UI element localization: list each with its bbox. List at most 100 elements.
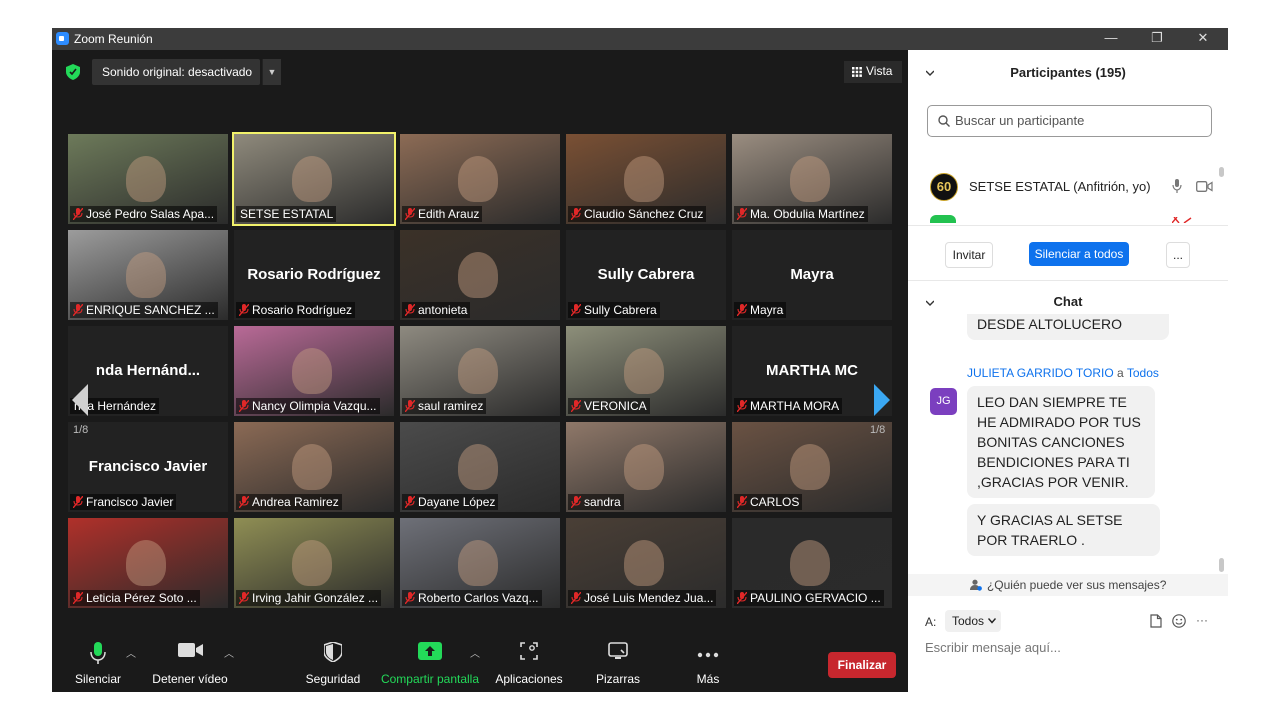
- participant-name: Irving Jahir González ...: [252, 591, 379, 605]
- stop-video-button[interactable]: Detener vídeo: [150, 630, 230, 692]
- zoom-logo-icon: [56, 32, 69, 45]
- chat-scrollbar[interactable]: [1219, 558, 1224, 572]
- video-tile[interactable]: Leticia Pérez Soto ...: [68, 518, 228, 608]
- participant-name-label: antonieta: [402, 302, 471, 318]
- participants-more-button[interactable]: ...: [1166, 242, 1190, 268]
- video-tile[interactable]: ENRIQUE SANCHEZ ...: [68, 230, 228, 320]
- original-sound-button[interactable]: Sonido original: desactivado ▼: [92, 59, 281, 85]
- end-meeting-button[interactable]: Finalizar: [828, 652, 896, 678]
- video-tile[interactable]: José Luis Mendez Jua...: [566, 518, 726, 608]
- muted-mic-icon: [737, 400, 747, 412]
- minimize-button[interactable]: —: [1088, 28, 1134, 50]
- chat-input[interactable]: Escribir mensaje aquí...: [925, 640, 1215, 660]
- recipient-select[interactable]: Todos: [945, 610, 1001, 632]
- video-tile[interactable]: Mayra Mayra: [732, 230, 892, 320]
- muted-mic-icon: [405, 592, 415, 604]
- muted-mic-icon: [405, 496, 415, 508]
- video-tile[interactable]: Roberto Carlos Vazq...: [400, 518, 560, 608]
- apps-label: Aplicaciones: [495, 672, 563, 686]
- participant-silhouette: [790, 156, 830, 202]
- participants-scrollbar[interactable]: [1219, 167, 1224, 177]
- video-tile[interactable]: saul ramirez: [400, 326, 560, 416]
- mute-button[interactable]: Silenciar: [70, 630, 126, 692]
- video-tile[interactable]: Rosario Rodríguez Rosario Rodríguez: [234, 230, 394, 320]
- prev-page-arrow-icon[interactable]: [70, 380, 90, 420]
- video-tile[interactable]: Ma. Obdulia Martínez: [732, 134, 892, 224]
- participant-name-label: SETSE ESTATAL: [236, 206, 337, 222]
- stop-video-label: Detener vídeo: [152, 672, 228, 686]
- video-tile[interactable]: José Pedro Salas Apa...: [68, 134, 228, 224]
- video-tile[interactable]: Claudio Sánchez Cruz: [566, 134, 726, 224]
- participant-name: Sully Cabrera: [584, 303, 657, 317]
- share-screen-button[interactable]: Compartir pantalla: [378, 630, 482, 692]
- video-tile[interactable]: PAULINO GERVACIO ...: [732, 518, 892, 608]
- participant-name: Nancy Olimpia Vazqu...: [252, 399, 377, 413]
- more-button[interactable]: Más: [684, 630, 732, 692]
- whiteboards-button[interactable]: Pizarras: [588, 630, 648, 692]
- who-can-see-link[interactable]: ¿Quién puede ver sus mensajes?: [908, 574, 1228, 596]
- participant-name-label: Rosario Rodríguez: [236, 302, 356, 318]
- video-tile[interactable]: sandra: [566, 422, 726, 512]
- video-tile[interactable]: antonieta: [400, 230, 560, 320]
- video-tile[interactable]: nda Hernánd... nda Hernández: [68, 326, 228, 416]
- video-area: Sonido original: desactivado ▼ Vista Jos…: [52, 50, 908, 692]
- muted-mic-icon: [405, 400, 415, 412]
- next-page-arrow-icon[interactable]: [872, 380, 892, 420]
- video-tile[interactable]: Andrea Ramirez: [234, 422, 394, 512]
- participant-display-name: Francisco Javier: [88, 458, 208, 475]
- video-tile[interactable]: Francisco Javier Francisco Javier: [68, 422, 228, 512]
- video-tile[interactable]: CARLOS: [732, 422, 892, 512]
- more-label: Más: [696, 672, 720, 686]
- share-options-chevron-icon[interactable]: ︿: [470, 645, 480, 660]
- participant-name: Leticia Pérez Soto ...: [86, 591, 197, 605]
- view-button[interactable]: Vista: [844, 61, 902, 83]
- maximize-button[interactable]: ❐: [1134, 28, 1180, 50]
- mute-all-button[interactable]: Silenciar a todos: [1029, 242, 1129, 266]
- muted-mic-icon: [405, 208, 415, 220]
- chat-more-icon[interactable]: ···: [1196, 613, 1208, 627]
- video-tile[interactable]: MARTHA MC MARTHA MORA: [732, 326, 892, 416]
- security-button[interactable]: Seguridad: [304, 630, 362, 692]
- audio-options-chevron-icon[interactable]: ︿: [126, 645, 136, 660]
- host-mic-icon[interactable]: [1172, 179, 1182, 193]
- chat-sender-line: JULIETA GARRIDO TORIO a Todos: [967, 366, 1159, 380]
- video-tile[interactable]: Edith Arauz: [400, 134, 560, 224]
- participant-search-input[interactable]: Buscar un participante: [927, 105, 1212, 137]
- to-label: A:: [925, 615, 937, 629]
- chevron-down-icon[interactable]: ▼: [262, 59, 281, 85]
- participant-row-host[interactable]: 60 SETSE ESTATAL (Anfitrión, yo): [930, 173, 1215, 201]
- video-options-chevron-icon[interactable]: ︿: [224, 645, 234, 660]
- participant-name: Claudio Sánchez Cruz: [584, 207, 704, 221]
- participant-name-label: PAULINO GERVACIO ...: [734, 590, 884, 606]
- video-tile[interactable]: Dayane López: [400, 422, 560, 512]
- person-eye-icon: [969, 579, 982, 591]
- host-name: SETSE ESTATAL (Anfitrión, yo): [969, 179, 1151, 194]
- security-shield-icon[interactable]: [66, 64, 80, 80]
- muted-mic-icon: [73, 592, 83, 604]
- close-button[interactable]: ✕: [1180, 28, 1226, 50]
- chat-recipient[interactable]: Todos: [1127, 366, 1159, 380]
- muted-mic-icon: [239, 304, 249, 316]
- video-tile[interactable]: Irving Jahir González ...: [234, 518, 394, 608]
- participant-silhouette: [292, 444, 332, 490]
- invite-button[interactable]: Invitar: [945, 242, 993, 268]
- host-avatar: 60: [930, 173, 958, 201]
- participant-silhouette: [458, 156, 498, 202]
- apps-button[interactable]: Aplicaciones: [492, 630, 566, 692]
- video-tile[interactable]: SETSE ESTATAL: [232, 132, 396, 226]
- participant-name-label: Claudio Sánchez Cruz: [568, 206, 707, 222]
- file-icon[interactable]: [1150, 614, 1162, 628]
- host-camera-icon[interactable]: [1196, 181, 1213, 192]
- video-tile[interactable]: Sully Cabrera Sully Cabrera: [566, 230, 726, 320]
- participant-name: ENRIQUE SANCHEZ ...: [86, 303, 215, 317]
- video-tile[interactable]: VERONICA: [566, 326, 726, 416]
- emoji-icon[interactable]: [1172, 614, 1186, 628]
- participant-silhouette: [624, 348, 664, 394]
- muted-mic-icon: [737, 208, 747, 220]
- participant-name: antonieta: [418, 303, 468, 317]
- participant-silhouette: [624, 540, 664, 586]
- muted-mic-icon: [571, 304, 581, 316]
- muted-mic-icon: [737, 304, 747, 316]
- who-can-see-label: ¿Quién puede ver sus mensajes?: [986, 578, 1167, 592]
- video-tile[interactable]: Nancy Olimpia Vazqu...: [234, 326, 394, 416]
